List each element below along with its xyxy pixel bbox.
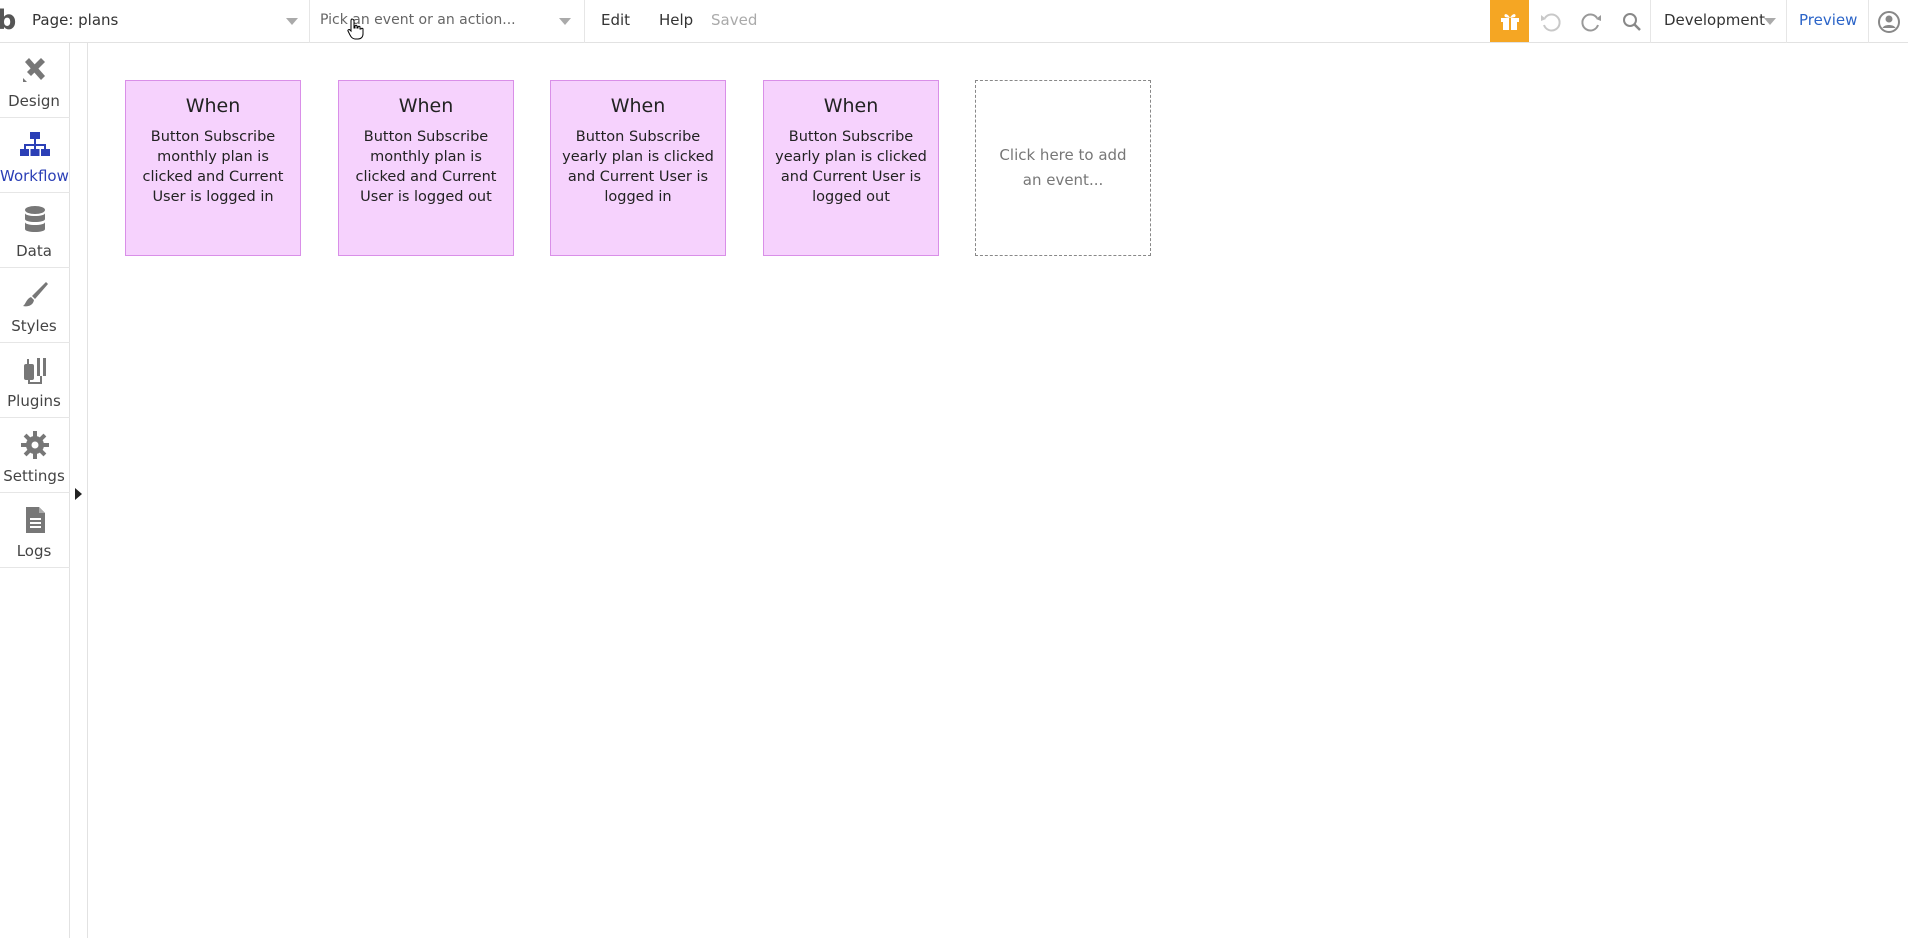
hand-cursor-icon — [347, 18, 364, 40]
redo-icon — [1581, 13, 1601, 32]
event-card-4[interactable]: When Button Subscribe yearly plan is cli… — [763, 80, 939, 256]
expand-panel-arrow-icon[interactable] — [75, 488, 82, 500]
redo-button[interactable] — [1578, 9, 1604, 35]
help-menu[interactable]: Help — [659, 11, 693, 29]
document-icon — [26, 507, 45, 533]
sidebar-item-label: Workflow — [0, 167, 69, 185]
sidebar-item-label: Styles — [11, 317, 57, 335]
gear-icon — [21, 431, 49, 459]
sidebar-item-logs[interactable]: Logs — [0, 493, 70, 568]
event-card-title: When — [610, 95, 666, 117]
sidebar-item-workflow[interactable]: Workflow — [0, 118, 70, 193]
sidebar-item-design[interactable]: Design — [0, 43, 70, 118]
database-icon — [25, 206, 45, 232]
brush-icon — [23, 282, 48, 307]
event-card-title: When — [823, 95, 879, 117]
event-card-title: When — [398, 95, 454, 117]
event-card-1[interactable]: When Button Subscribe monthly plan is cl… — [125, 80, 301, 256]
page-selector-label: Page: plans — [32, 11, 119, 29]
chevron-down-icon — [559, 18, 571, 25]
sidebar-item-settings[interactable]: Settings — [0, 418, 70, 493]
edit-menu[interactable]: Edit — [601, 11, 630, 29]
event-card-3[interactable]: When Button Subscribe yearly plan is cli… — [550, 80, 726, 256]
event-card-description: Button Subscribe yearly plan is clicked … — [775, 129, 927, 205]
environment-selector[interactable]: Development — [1664, 11, 1765, 29]
workflow-icon — [20, 132, 50, 156]
gift-button[interactable] — [1490, 0, 1529, 42]
preview-link[interactable]: Preview — [1799, 11, 1857, 29]
sidebar-item-styles[interactable]: Styles — [0, 268, 70, 343]
toolbar-divider — [1786, 0, 1787, 43]
event-card-description: Button Subscribe monthly plan is clicked… — [355, 129, 497, 205]
plug-icon — [24, 358, 46, 384]
sidebar: Design Workflow Data Styles Plugins Sett… — [0, 43, 70, 938]
sidebar-item-plugins[interactable]: Plugins — [0, 343, 70, 418]
canvas-edge — [87, 43, 88, 938]
search-icon — [1623, 13, 1641, 31]
save-status: Saved — [711, 11, 758, 29]
sidebar-item-label: Logs — [16, 542, 52, 560]
user-icon — [1878, 11, 1900, 33]
chevron-down-icon — [1764, 18, 1776, 25]
add-event-label: Click here to add an event... — [999, 146, 1127, 189]
toolbar-divider — [1650, 0, 1651, 43]
sidebar-item-label: Plugins — [7, 392, 61, 410]
add-event-button[interactable]: Click here to add an event... — [975, 80, 1151, 256]
undo-button[interactable] — [1538, 9, 1564, 35]
chevron-down-icon — [286, 18, 298, 25]
toolbar-divider — [1868, 0, 1869, 43]
gift-icon — [1500, 14, 1519, 30]
undo-icon — [1541, 13, 1561, 32]
design-icon — [23, 58, 45, 82]
sidebar-item-label: Design — [8, 92, 60, 110]
sidebar-item-label: Data — [16, 242, 52, 260]
top-bar: b Page: plans Pick an event or an action… — [0, 0, 1908, 43]
search-button[interactable] — [1619, 9, 1645, 35]
account-button[interactable] — [1876, 9, 1902, 35]
event-card-title: When — [185, 95, 241, 117]
sidebar-item-label: Settings — [3, 467, 65, 485]
bubble-logo[interactable]: b — [0, 5, 16, 36]
event-card-description: Button Subscribe monthly plan is clicked… — [142, 129, 284, 205]
event-card-2[interactable]: When Button Subscribe monthly plan is cl… — [338, 80, 514, 256]
event-card-description: Button Subscribe yearly plan is clicked … — [562, 129, 714, 205]
page-selector[interactable]: Page: plans — [32, 0, 310, 43]
sidebar-item-data[interactable]: Data — [0, 193, 70, 268]
